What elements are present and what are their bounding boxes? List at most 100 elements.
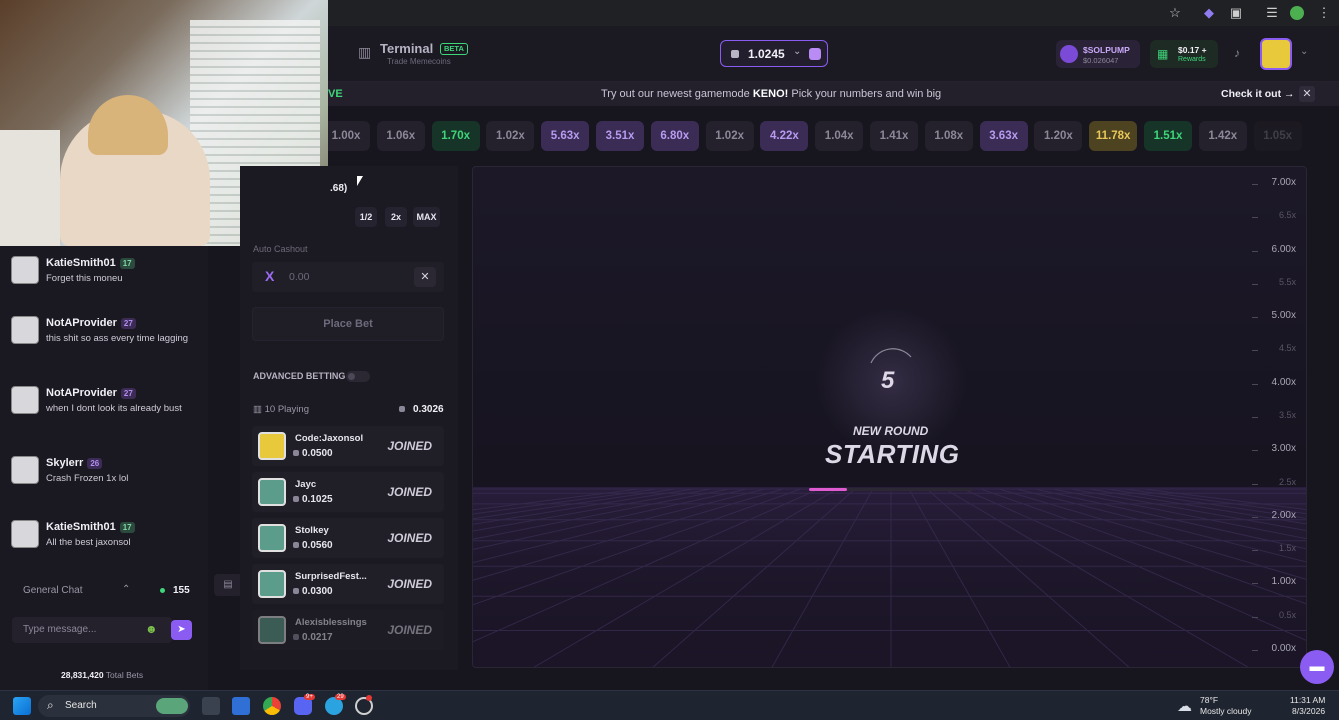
y-axis-label: 3.00x	[1271, 443, 1296, 455]
profile-icon[interactable]	[1290, 6, 1304, 20]
promo-link[interactable]: Check it out →	[1221, 88, 1295, 100]
player-row: Jayc 0.1025 JOINED	[252, 472, 444, 512]
history-chip[interactable]: 1.08x	[924, 121, 973, 151]
chat-username[interactable]: KatieSmith01 17	[46, 521, 135, 533]
history-chip[interactable]: 1.06x	[376, 121, 425, 151]
clear-icon[interactable]: ✕	[414, 267, 436, 287]
player-name[interactable]: Code:Jaxonsol	[295, 433, 363, 444]
player-name[interactable]: Stolkey	[295, 525, 329, 536]
rewards-pill[interactable]: ▦ $0.17 + Rewards	[1150, 40, 1218, 68]
players-total: 0.3026	[413, 404, 444, 415]
chat-input[interactable]: Type message... ☻	[12, 617, 172, 643]
menu-list-icon[interactable]: ☰	[1264, 5, 1280, 21]
chat-avatar[interactable]	[11, 520, 39, 548]
player-avatar[interactable]	[258, 524, 286, 552]
more-vertical-icon[interactable]: ⋮	[1316, 5, 1332, 21]
player-amount: 0.1025	[293, 494, 333, 505]
y-axis-tick	[1252, 616, 1258, 618]
history-chip[interactable]: 1.70x	[431, 121, 480, 151]
chat-avatar[interactable]	[11, 316, 39, 344]
history-chip[interactable]: 1.41x	[870, 121, 918, 151]
history-chip[interactable]: 1.02x	[705, 121, 754, 151]
chat-toggle-icon[interactable]: ▤	[214, 574, 242, 596]
avatar[interactable]	[1260, 38, 1292, 70]
chat-placeholder: Type message...	[23, 624, 97, 635]
player-avatar[interactable]	[258, 616, 286, 644]
player-avatar[interactable]	[258, 432, 286, 460]
history-chip[interactable]: 1.05x	[1253, 121, 1302, 151]
place-bet-button[interactable]: Place Bet	[252, 307, 444, 341]
player-name[interactable]: Jayc	[295, 479, 316, 490]
extension-icon[interactable]: ◆	[1201, 5, 1217, 21]
windows-start-icon[interactable]	[13, 697, 31, 715]
close-icon[interactable]: ✕	[1299, 86, 1315, 102]
level-badge: 17	[119, 522, 135, 533]
clock-date[interactable]: 8/3/2026	[1292, 706, 1325, 716]
emoji-icon[interactable]: ☻	[145, 622, 158, 636]
chat-username[interactable]: Skylerr 26	[46, 457, 103, 469]
account-chevron-icon[interactable]: ⌄	[1300, 46, 1308, 57]
token-name: $SOLPUMP	[1083, 45, 1130, 55]
history-chip[interactable]: 1.51x	[1144, 121, 1192, 151]
chrome-icon[interactable]	[263, 697, 281, 715]
half-button[interactable]: 1/2	[355, 207, 377, 227]
history-chip[interactable]: 6.80x	[650, 121, 699, 151]
chat-channel[interactable]: General Chat	[23, 585, 82, 596]
sol-coin-icon	[731, 50, 739, 58]
player-row: SurprisedFest... 0.0300 JOINED	[252, 564, 444, 604]
player-avatar[interactable]	[258, 570, 286, 598]
history-chip[interactable]: 4.22x	[760, 121, 809, 151]
store-icon[interactable]	[232, 697, 250, 715]
history-chip[interactable]: 1.04x	[815, 121, 864, 151]
chat-username[interactable]: NotAProvider 27	[46, 317, 136, 329]
history-chip[interactable]: 1.42x	[1198, 121, 1247, 151]
terminal-title[interactable]: Terminal	[380, 41, 433, 56]
player-name[interactable]: Alexisblessings	[295, 617, 367, 628]
bell-icon[interactable]: ♪	[1234, 46, 1240, 60]
advanced-betting-label: ADVANCED BETTING	[253, 371, 346, 381]
countdown-progress-fill	[809, 488, 847, 491]
history-chip[interactable]: 1.20x	[1034, 121, 1083, 151]
history-chip[interactable]: 3.51x	[596, 121, 644, 151]
balance-selector[interactable]: 1.0245 ⌄	[720, 40, 828, 67]
rewards-label: Rewards	[1178, 56, 1206, 63]
chat-avatar[interactable]	[11, 456, 39, 484]
clock-time[interactable]: 11:31 AM	[1290, 695, 1325, 705]
chevron-down-icon: ⌄	[793, 46, 802, 57]
taskbar-search[interactable]: ⌕ Search	[38, 695, 190, 717]
player-amount: 0.0500	[293, 448, 333, 459]
y-axis-tick	[1252, 383, 1258, 385]
max-button[interactable]: MAX	[413, 207, 440, 227]
player-avatar[interactable]	[258, 478, 286, 506]
advanced-betting-toggle[interactable]	[346, 371, 370, 382]
send-icon[interactable]: ➤	[171, 620, 192, 640]
support-chat-icon[interactable]: ▬	[1300, 650, 1334, 684]
wallet-icon[interactable]	[809, 48, 821, 60]
gift-icon: ▦	[1157, 47, 1169, 61]
search-label: Search	[65, 700, 97, 711]
token-pill[interactable]: $SOLPUMP $0.026047	[1056, 40, 1140, 68]
task-view-icon[interactable]	[202, 697, 220, 715]
y-axis-tick	[1252, 450, 1258, 452]
player-name[interactable]: SurprisedFest...	[295, 571, 367, 582]
chat-avatar[interactable]	[11, 256, 39, 284]
history-chip[interactable]: 11.78x	[1089, 121, 1138, 151]
beta-badge: BETA	[440, 43, 468, 55]
double-button[interactable]: 2x	[385, 207, 407, 227]
player-amount: 0.0217	[293, 632, 333, 643]
chat-avatar[interactable]	[11, 386, 39, 414]
puzzle-icon[interactable]: ▣	[1228, 5, 1244, 21]
chat-username[interactable]: KatieSmith01 17	[46, 257, 135, 269]
history-chip[interactable]: 5.63x	[541, 121, 590, 151]
history-chip[interactable]: 3.63x	[979, 121, 1028, 151]
history-chip[interactable]: 1.00x	[322, 121, 370, 151]
history-chip[interactable]: 1.02x	[486, 121, 535, 151]
online-dot-icon	[160, 588, 165, 593]
player-amount: 0.0560	[293, 540, 333, 551]
auto-cashout-input[interactable]: X 0.00 ✕	[252, 262, 444, 292]
chat-username[interactable]: NotAProvider 27	[46, 387, 136, 399]
players-icon: ▥	[253, 404, 265, 415]
star-icon[interactable]: ☆	[1167, 5, 1183, 21]
y-axis-label: 4.00x	[1271, 376, 1296, 388]
chevron-up-icon[interactable]: ⌃	[122, 584, 130, 595]
